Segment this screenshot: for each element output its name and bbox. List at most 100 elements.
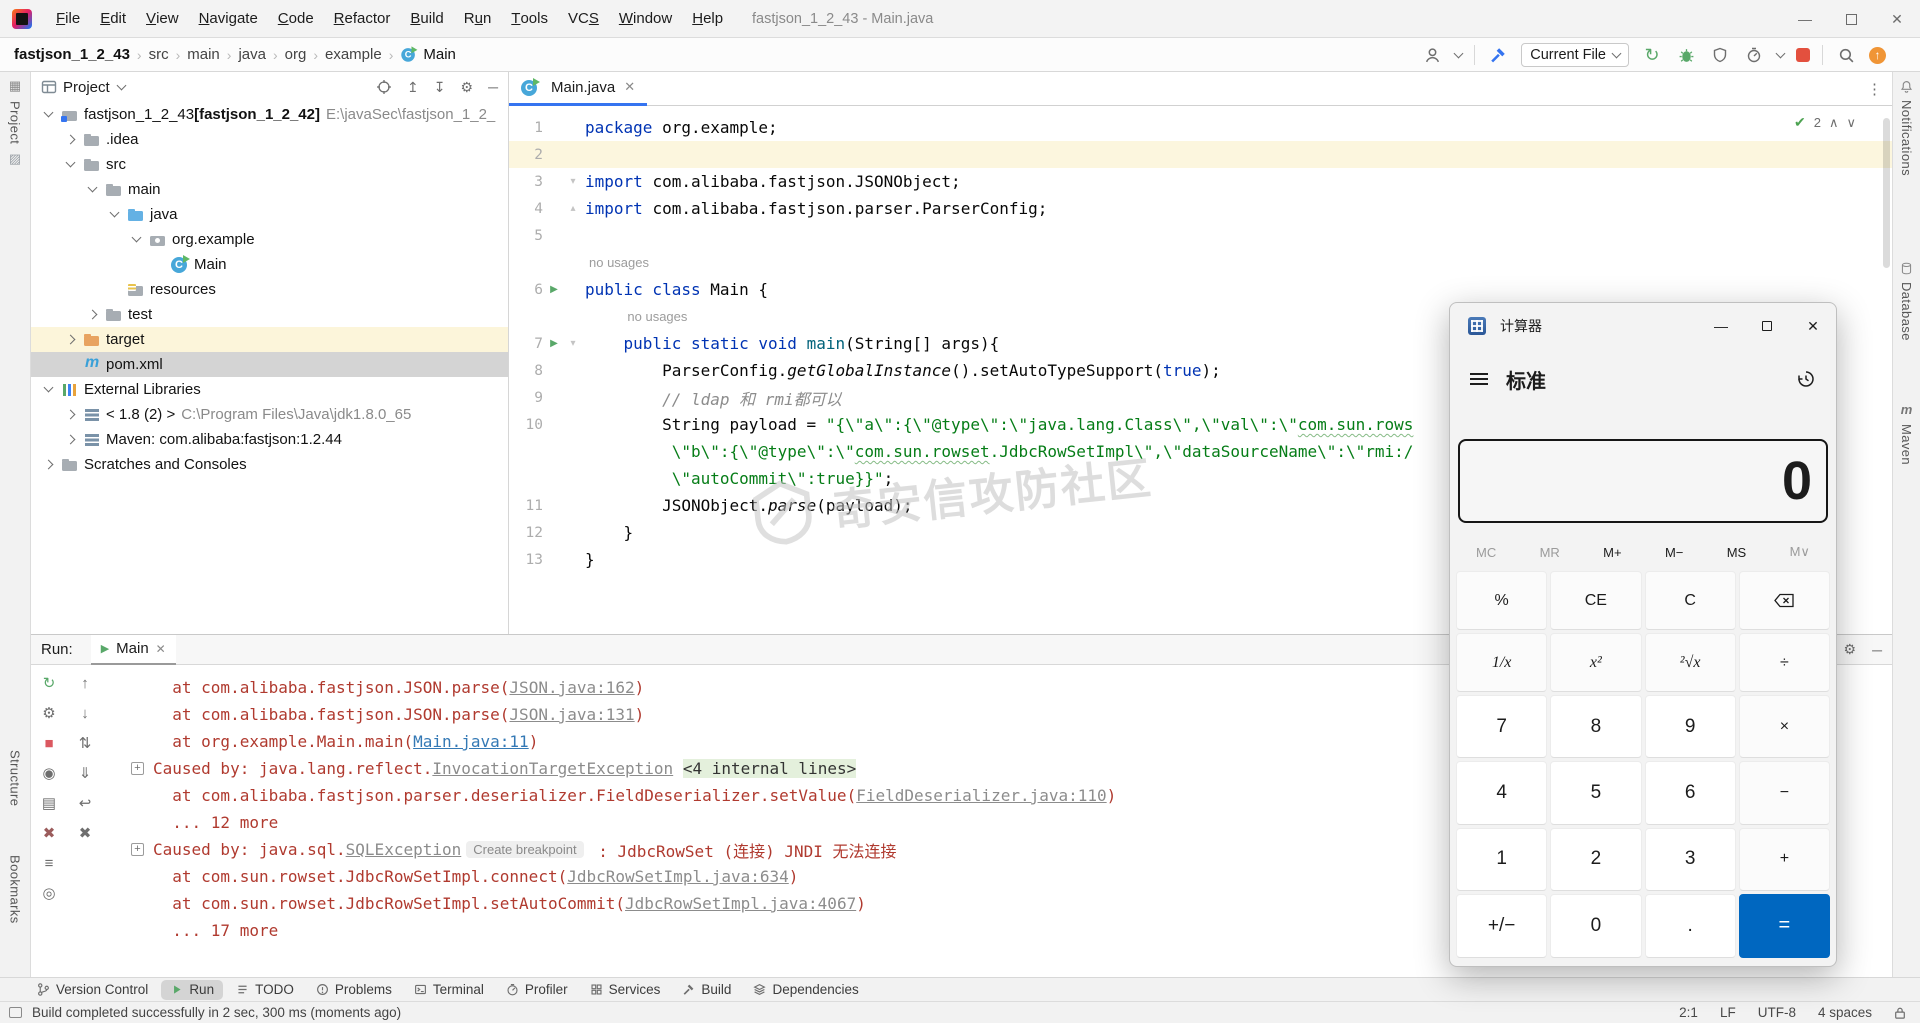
memory-m∨[interactable]: M∨ [1790, 544, 1810, 560]
stack-frame-link[interactable]: JdbcRowSetImpl.java:634 [567, 867, 789, 886]
calc-key-sym[interactable]: . [1644, 893, 1736, 958]
chevron-right-icon[interactable] [65, 434, 76, 445]
search-icon[interactable] [1835, 44, 1857, 66]
user-icon[interactable] [1421, 44, 1443, 66]
rerun-icon[interactable]: ↻ [43, 676, 56, 691]
calc-key-sym[interactable]: × [1738, 695, 1830, 759]
chevron-right-icon[interactable] [87, 309, 98, 320]
usages-hint[interactable]: no usages [589, 255, 649, 270]
tool-window-button-terminal[interactable]: Terminal [405, 980, 493, 1000]
calc-key-sym[interactable]: % [1456, 571, 1548, 631]
sidebar-item-project[interactable]: ▦ Project ▨ [0, 78, 30, 167]
fold-icon[interactable]: ▾ [565, 176, 581, 187]
locate-file-icon[interactable] [376, 79, 392, 95]
calc-key-sym[interactable]: ÷ [1738, 633, 1830, 693]
status-message[interactable]: Build completed successfully in 2 sec, 3… [32, 1005, 401, 1020]
tree-item-pom-xml[interactable]: pom.xml [31, 352, 508, 377]
file-encoding[interactable]: UTF-8 [1758, 1005, 1796, 1020]
next-problem-icon[interactable]: ∨ [1846, 115, 1856, 131]
calc-key-C[interactable]: C [1644, 571, 1736, 631]
memory-m−[interactable]: M− [1665, 545, 1683, 560]
stack-frame-link[interactable]: InvocationTargetException [432, 759, 673, 778]
menu-item-file[interactable]: File [46, 0, 90, 38]
menu-item-view[interactable]: View [136, 0, 189, 38]
close-icon[interactable]: ✕ [156, 642, 166, 656]
menu-item-window[interactable]: Window [609, 0, 682, 38]
stop-icon[interactable]: ■ [44, 736, 53, 751]
build-hammer-icon[interactable] [1487, 44, 1509, 66]
calc-key-9[interactable]: 9 [1644, 695, 1736, 759]
calc-key-sym[interactable]: +/− [1456, 893, 1548, 958]
create-breakpoint-chip[interactable]: Create breakpoint [466, 841, 584, 858]
memory-m+[interactable]: M+ [1603, 545, 1621, 560]
menu-icon[interactable] [1470, 373, 1488, 385]
chevron-down-icon[interactable] [109, 207, 120, 218]
tree-item--1-8-2-[interactable]: < 1.8 (2) > C:\Program Files\Java\jdk1.8… [31, 402, 508, 427]
breadcrumb-item[interactable]: example [325, 46, 382, 63]
expand-icon[interactable]: + [131, 843, 153, 856]
calc-key-sym[interactable]: − [1738, 761, 1830, 825]
run-line-icon[interactable]: ▶ [543, 284, 565, 295]
menu-item-edit[interactable]: Edit [90, 0, 136, 38]
stack-frame-link[interactable]: JSON.java:131 [509, 705, 634, 724]
run-tab-main[interactable]: ▶ Main ✕ [90, 634, 176, 665]
calc-key-4[interactable]: 4 [1456, 761, 1548, 825]
chevron-right-icon[interactable] [65, 134, 76, 145]
line-ending[interactable]: LF [1720, 1005, 1736, 1020]
chevron-down-icon[interactable] [131, 232, 142, 243]
chevron-down-icon[interactable] [65, 157, 76, 168]
tool-window-button-problems[interactable]: Problems [307, 980, 401, 1000]
menu-item-run[interactable]: Run [454, 0, 502, 38]
maximize-icon[interactable] [1828, 0, 1874, 38]
memory-mc[interactable]: MC [1476, 545, 1496, 560]
chevron-right-icon[interactable] [43, 459, 54, 470]
dump-threads-icon[interactable]: ◉ [42, 766, 55, 781]
tree-item-org-example[interactable]: org.example [31, 227, 508, 252]
scroll-to-end-icon[interactable]: ⇓ [79, 766, 92, 781]
calc-key-5[interactable]: 5 [1550, 761, 1642, 825]
calc-key-x[interactable]: x² [1550, 633, 1642, 693]
run-line-icon[interactable]: ▶ [543, 338, 565, 349]
plus-icon[interactable]: + [131, 843, 144, 856]
print-icon[interactable]: ▤ [42, 796, 56, 811]
debug-icon[interactable] [1675, 44, 1697, 66]
tree-item-test[interactable]: test [31, 302, 508, 327]
tree-item-main[interactable]: Main [31, 252, 508, 277]
calculator-title-bar[interactable]: 计算器 — ✕ [1450, 303, 1836, 349]
stack-frame-link[interactable]: FieldDeserializer.java:110 [856, 786, 1106, 805]
tool-window-button-profiler[interactable]: Profiler [497, 980, 577, 1000]
sidebar-item-structure[interactable]: Structure [0, 750, 30, 806]
plus-icon[interactable]: + [131, 762, 144, 775]
calc-key-1x[interactable]: 1/x [1456, 633, 1548, 693]
sidebar-item-database[interactable]: Database [1893, 262, 1920, 341]
usages-hint[interactable]: no usages [627, 309, 687, 324]
inspections-widget[interactable]: ✔ 2 ∧ ∨ [1794, 114, 1856, 131]
maximize-icon[interactable] [1744, 303, 1790, 349]
editor-options-icon[interactable]: ⋮ [1867, 80, 1882, 98]
sidebar-item-maven[interactable]: m Maven [1893, 402, 1920, 465]
minimize-icon[interactable]: — [1698, 303, 1744, 349]
tree-item-resources[interactable]: resources [31, 277, 508, 302]
prev-problem-icon[interactable]: ∧ [1829, 115, 1839, 131]
tool-window-switcher-icon[interactable] [9, 1007, 22, 1018]
settings-icon[interactable]: ⚙ [42, 706, 55, 721]
indent-setting[interactable]: 4 spaces [1818, 1005, 1872, 1020]
lock-icon[interactable] [1894, 1006, 1906, 1020]
pin-icon[interactable]: ◎ [42, 886, 55, 901]
chevron-down-icon[interactable] [87, 182, 98, 193]
memory-ms[interactable]: MS [1727, 545, 1747, 560]
update-icon[interactable]: ↑ [1869, 46, 1886, 64]
stack-frame-link[interactable]: JdbcRowSetImpl.java:4067 [625, 894, 856, 913]
tab-main-java[interactable]: Main.java ✕ [509, 72, 648, 106]
calc-key-1[interactable]: 1 [1456, 827, 1548, 891]
intellij-logo-icon[interactable] [12, 8, 32, 29]
settings-icon[interactable]: ⚙ [1844, 641, 1857, 658]
tree-item-external-libraries[interactable]: External Libraries [31, 377, 508, 402]
breadcrumb-item[interactable]: fastjson_1_2_43 [14, 46, 130, 63]
chevron-right-icon[interactable] [65, 409, 76, 420]
calc-key-3[interactable]: 3 [1644, 827, 1736, 891]
tree-item-maven-com-alibaba-fastjson-1-2-44[interactable]: Maven: com.alibaba:fastjson:1.2.44 [31, 427, 508, 452]
coverage-icon[interactable] [1709, 44, 1731, 66]
tree-item-scratches-and-consoles[interactable]: Scratches and Consoles [31, 452, 508, 477]
memory-mr[interactable]: MR [1540, 545, 1560, 560]
